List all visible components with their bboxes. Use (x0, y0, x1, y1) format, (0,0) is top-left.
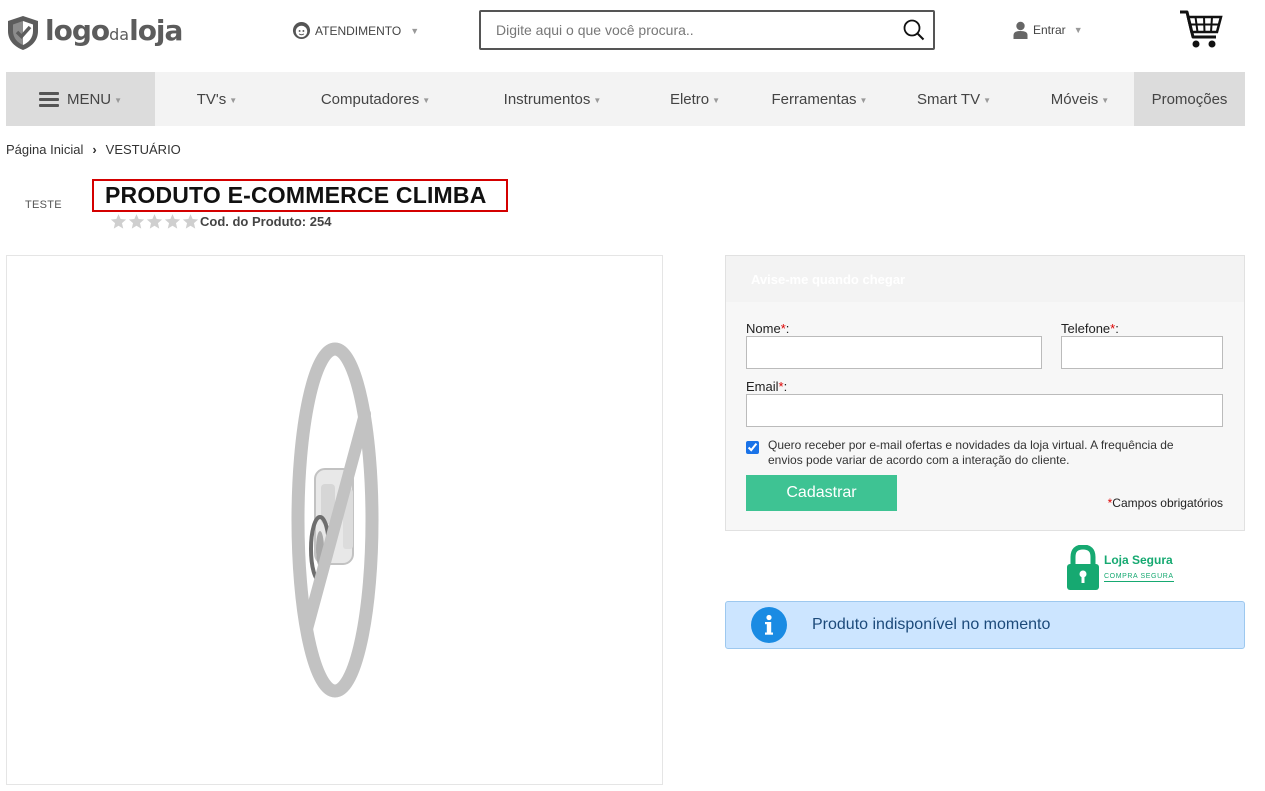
nav-item-eletro[interactable]: Eletro ▼ (633, 72, 757, 126)
no-image-icon (291, 342, 378, 698)
hamburger-icon (38, 89, 59, 110)
login-dropdown[interactable]: Entrar ▼ (1013, 21, 1083, 39)
breadcrumb: Página Inicial › VESTUÁRIO (6, 142, 181, 157)
login-label: Entrar (1033, 23, 1066, 37)
customer-service-dropdown[interactable]: ATENDIMENTO ▼ (292, 21, 419, 40)
newsletter-optin: Quero receber por e-mail ofertas e novid… (746, 438, 1206, 468)
star-icon (110, 214, 127, 229)
store-logo[interactable]: logodaloja (6, 14, 183, 52)
breadcrumb-home-link[interactable]: Página Inicial (6, 142, 83, 157)
chevron-down-icon: ▼ (410, 25, 420, 36)
chevron-down-icon: ▼ (422, 96, 431, 105)
chevron-down-icon: ▼ (712, 96, 721, 105)
nav-menu-label: MENU (66, 90, 112, 108)
unavailable-alert: Produto indisponível no momento (725, 601, 1245, 649)
secure-store-seal: Loja Segura COMPRA SEGURA (1066, 545, 1174, 591)
search-icon[interactable] (895, 12, 933, 48)
seal-subtitle: COMPRA SEGURA (1104, 573, 1174, 582)
headset-icon (292, 21, 311, 40)
nav-item-label: TV's (196, 90, 227, 108)
star-icon (146, 214, 163, 229)
phone-label: Telefone*: (1061, 321, 1119, 336)
breadcrumb-current: VESTUÁRIO (105, 142, 181, 157)
nav-item-promocoes[interactable]: Promoções (1134, 72, 1245, 126)
nav-item-label: Smart TV (917, 90, 981, 108)
nav-item-ferramentas[interactable]: Ferramentas ▼ (757, 72, 882, 126)
nav-item-moveis[interactable]: Móveis ▼ (1026, 72, 1134, 126)
notify-me-form: Avise-me quando chegar Nome*: Telefone*:… (725, 255, 1245, 531)
nav-item-label: Eletro (669, 90, 710, 108)
register-button[interactable]: Cadastrar (746, 475, 897, 511)
seal-title: Loja Segura (1104, 553, 1173, 567)
star-icon (128, 214, 145, 229)
chevron-down-icon: ▼ (229, 96, 238, 105)
chevron-down-icon: ▼ (1101, 96, 1110, 105)
product-brand: TESTE (25, 199, 62, 211)
nav-item-label: Computadores (320, 90, 420, 108)
nav-item-tvs[interactable]: TV's ▼ (155, 72, 279, 126)
nav-menu-button[interactable]: MENU ▼ (6, 72, 155, 126)
product-title-box: PRODUTO E-COMMERCE CLIMBA (92, 179, 508, 212)
chevron-right-icon: › (92, 142, 97, 157)
search-bar (479, 10, 935, 50)
lock-icon (1067, 545, 1099, 590)
user-icon (1013, 21, 1028, 39)
chevron-down-icon: ▼ (859, 96, 868, 105)
newsletter-checkbox[interactable] (746, 441, 759, 454)
cart-button[interactable] (1179, 9, 1223, 54)
notify-form-heading: Avise-me quando chegar (726, 256, 1244, 302)
product-image[interactable] (6, 255, 663, 785)
name-label: Nome*: (746, 321, 790, 336)
nav-item-label: Instrumentos (503, 90, 591, 108)
customer-service-label: ATENDIMENTO (315, 23, 402, 38)
unavailable-message: Produto indisponível no momento (812, 616, 1051, 633)
logo-text: logodaloja (45, 14, 183, 47)
chevron-down-icon: ▼ (1073, 25, 1083, 35)
star-icon (164, 214, 181, 229)
rating-stars[interactable] (110, 213, 200, 230)
star-icon (182, 214, 199, 229)
product-title: PRODUTO E-COMMERCE CLIMBA (105, 182, 487, 208)
cart-icon (1180, 10, 1223, 48)
chevron-down-icon: ▼ (983, 96, 991, 105)
chevron-down-icon: ▼ (593, 96, 602, 105)
name-field[interactable] (746, 336, 1042, 369)
chevron-down-icon: ▼ (114, 96, 123, 105)
main-nav: MENU ▼ TV's ▼ Computadores ▼ Instrumentos ▼ … (6, 72, 1245, 126)
nav-item-label: Promoções (1151, 90, 1228, 108)
email-label: Email*: (746, 379, 788, 394)
product-rating-row: Cod. do Produto: 254 (110, 213, 331, 230)
nav-item-instrumentos[interactable]: Instrumentos ▼ (472, 72, 633, 126)
newsletter-optin-text: Quero receber por e-mail ofertas e novid… (768, 438, 1174, 467)
email-field[interactable] (746, 394, 1223, 427)
required-fields-note: *Campos obrigatórios (1107, 496, 1223, 510)
nav-item-label: Móveis (1050, 90, 1099, 108)
nav-item-smart-tv[interactable]: Smart TV ▼ (882, 72, 1026, 126)
nav-item-label: Ferramentas (771, 90, 857, 108)
phone-field[interactable] (1061, 336, 1223, 369)
nav-item-computadores[interactable]: Computadores ▼ (279, 72, 472, 126)
shield-logo-icon (8, 16, 38, 50)
info-icon (751, 607, 787, 643)
search-input[interactable] (481, 12, 895, 48)
product-code: Cod. do Produto: 254 (200, 214, 332, 229)
